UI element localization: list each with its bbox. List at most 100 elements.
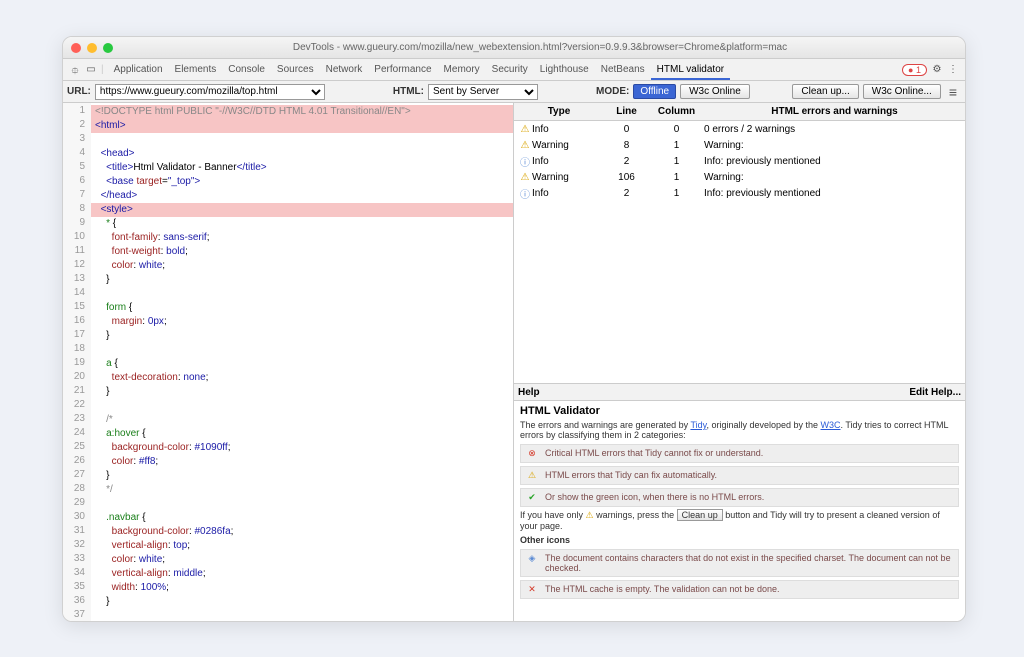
code-line[interactable]: }: [91, 273, 513, 287]
maximize-icon[interactable]: [103, 43, 113, 53]
code-line[interactable]: a:hover {: [91, 427, 513, 441]
tab-netbeans[interactable]: NetBeans: [595, 61, 651, 78]
minimize-icon[interactable]: [87, 43, 97, 53]
code-line[interactable]: background-color: #0286fa;: [91, 525, 513, 539]
help-title: Help: [518, 387, 540, 398]
code-line[interactable]: font-family: sans-serif;: [91, 231, 513, 245]
tab-performance[interactable]: Performance: [368, 61, 437, 78]
w3c-online-button[interactable]: W3c Online...: [863, 84, 941, 99]
url-select[interactable]: https://www.gueury.com/mozilla/top.html: [95, 84, 325, 100]
settings-gear-icon[interactable]: ⚙: [931, 64, 943, 76]
warning-icon: ⚠: [518, 124, 532, 135]
url-label: URL:: [67, 86, 91, 97]
help-box-cache: ✕The HTML cache is empty. The validation…: [520, 580, 959, 599]
cleanup-button[interactable]: Clean up...: [792, 84, 858, 99]
titlebar: DevTools - www.gueury.com/mozilla/new_we…: [63, 37, 965, 59]
code-line[interactable]: <style>: [91, 203, 513, 217]
edit-help-button[interactable]: Edit Help...: [909, 387, 961, 398]
close-icon[interactable]: [71, 43, 81, 53]
code-line[interactable]: background-color: #1090ff;: [91, 441, 513, 455]
error-row[interactable]: ⓘInfo21Info: previously mentioned: [514, 153, 965, 169]
error-icon: ⊗: [525, 448, 539, 459]
tidy-link[interactable]: Tidy: [690, 420, 706, 430]
tab-sources[interactable]: Sources: [271, 61, 320, 78]
help-cleanup-line: If you have only ⚠ warnings, press the C…: [520, 510, 959, 531]
tab-console[interactable]: Console: [222, 61, 271, 78]
tab-lighthouse[interactable]: Lighthouse: [534, 61, 595, 78]
code-line[interactable]: [91, 609, 513, 621]
devtools-window: DevTools - www.gueury.com/mozilla/new_we…: [62, 36, 966, 622]
code-line[interactable]: <base target="_top">: [91, 175, 513, 189]
window-controls: [71, 43, 113, 53]
code-line[interactable]: }: [91, 469, 513, 483]
charset-icon: ◈: [525, 553, 539, 564]
code-line[interactable]: [91, 287, 513, 301]
warning-icon: ⚠: [518, 140, 532, 151]
code-line[interactable]: [91, 343, 513, 357]
code-line[interactable]: color: white;: [91, 553, 513, 567]
code-line[interactable]: }: [91, 595, 513, 609]
code-line[interactable]: * {: [91, 217, 513, 231]
html-source-select[interactable]: Sent by Server: [428, 84, 538, 100]
code-line[interactable]: .navbar {: [91, 511, 513, 525]
error-row[interactable]: ⚠Warning1061Warning: isn't allowed in <h…: [514, 169, 965, 185]
error-row[interactable]: ⚠Info000 errors / 2 warnings: [514, 121, 965, 137]
help-intro: The errors and warnings are generated by…: [520, 420, 959, 440]
tab-html-validator[interactable]: HTML validator: [651, 61, 730, 80]
code-line[interactable]: <head>: [91, 147, 513, 161]
code-line[interactable]: /*: [91, 413, 513, 427]
w3c-online-toggle[interactable]: W3c Online: [680, 84, 750, 99]
results-panel: Type Line Column HTML errors and warning…: [514, 103, 965, 621]
device-icon[interactable]: ▭: [85, 64, 97, 76]
validator-toolbar: URL: https://www.gueury.com/mozilla/top.…: [63, 81, 965, 103]
code-line[interactable]: [91, 399, 513, 413]
code-line[interactable]: <!DOCTYPE html PUBLIC "-//W3C//DTD HTML …: [91, 105, 513, 119]
window-title: DevTools - www.gueury.com/mozilla/new_we…: [123, 42, 957, 53]
tab-network[interactable]: Network: [320, 61, 369, 78]
warning-icon: ⚠: [586, 510, 594, 520]
code-line[interactable]: color: #ff8;: [91, 455, 513, 469]
code-line[interactable]: */: [91, 483, 513, 497]
code-line[interactable]: <html>: [91, 119, 513, 133]
hamburger-menu-icon[interactable]: ≡: [945, 84, 961, 100]
line-gutter: 1234567891011121314151617181920212223242…: [63, 103, 91, 621]
code-line[interactable]: form {: [91, 301, 513, 315]
code-line[interactable]: vertical-align: middle;: [91, 567, 513, 581]
source-code[interactable]: <!DOCTYPE html PUBLIC "-//W3C//DTD HTML …: [91, 103, 513, 621]
mode-label: MODE:: [596, 86, 629, 97]
cleanup-inline-button[interactable]: Clean up: [677, 509, 723, 521]
tab-security[interactable]: Security: [486, 61, 534, 78]
errors-header: Type Line Column HTML errors and warning…: [514, 103, 965, 121]
code-line[interactable]: width: 100%;: [91, 581, 513, 595]
mode-offline-button[interactable]: Offline: [633, 84, 676, 99]
tab-elements[interactable]: Elements: [169, 61, 223, 78]
help-heading: HTML Validator: [520, 405, 959, 417]
help-box-fixable: ⚠HTML errors that Tidy can fix automatic…: [520, 466, 959, 485]
w3c-link[interactable]: W3C: [821, 420, 841, 430]
help-bar: Help Edit Help...: [514, 383, 965, 401]
code-line[interactable]: <title>Html Validator - Banner</title>: [91, 161, 513, 175]
code-line[interactable]: </head>: [91, 189, 513, 203]
devtools-tabbar: ⯐ ▭ | ApplicationElementsConsoleSourcesN…: [63, 59, 965, 81]
tab-application[interactable]: Application: [108, 61, 169, 78]
warning-icon: ⚠: [525, 470, 539, 481]
code-line[interactable]: a {: [91, 357, 513, 371]
code-line[interactable]: }: [91, 385, 513, 399]
code-line[interactable]: vertical-align: top;: [91, 539, 513, 553]
help-box-charset: ◈The document contains characters that d…: [520, 549, 959, 577]
code-line[interactable]: margin: 0px;: [91, 315, 513, 329]
error-row[interactable]: ⓘInfo21Info: previously mentioned: [514, 185, 965, 201]
inspect-icon[interactable]: ⯐: [69, 64, 81, 76]
error-count-badge[interactable]: ● 1: [902, 64, 927, 76]
errors-table: Type Line Column HTML errors and warning…: [514, 103, 965, 383]
code-line[interactable]: }: [91, 329, 513, 343]
help-content: HTML Validator The errors and warnings a…: [514, 401, 965, 621]
code-line[interactable]: font-weight: bold;: [91, 245, 513, 259]
more-menu-icon[interactable]: ⋮: [947, 64, 959, 76]
code-line[interactable]: color: white;: [91, 259, 513, 273]
code-line[interactable]: text-decoration: none;: [91, 371, 513, 385]
code-line[interactable]: [91, 133, 513, 147]
code-line[interactable]: [91, 497, 513, 511]
tab-memory[interactable]: Memory: [438, 61, 486, 78]
error-row[interactable]: ⚠Warning81Warning: isn't allowed in <htm…: [514, 137, 965, 153]
